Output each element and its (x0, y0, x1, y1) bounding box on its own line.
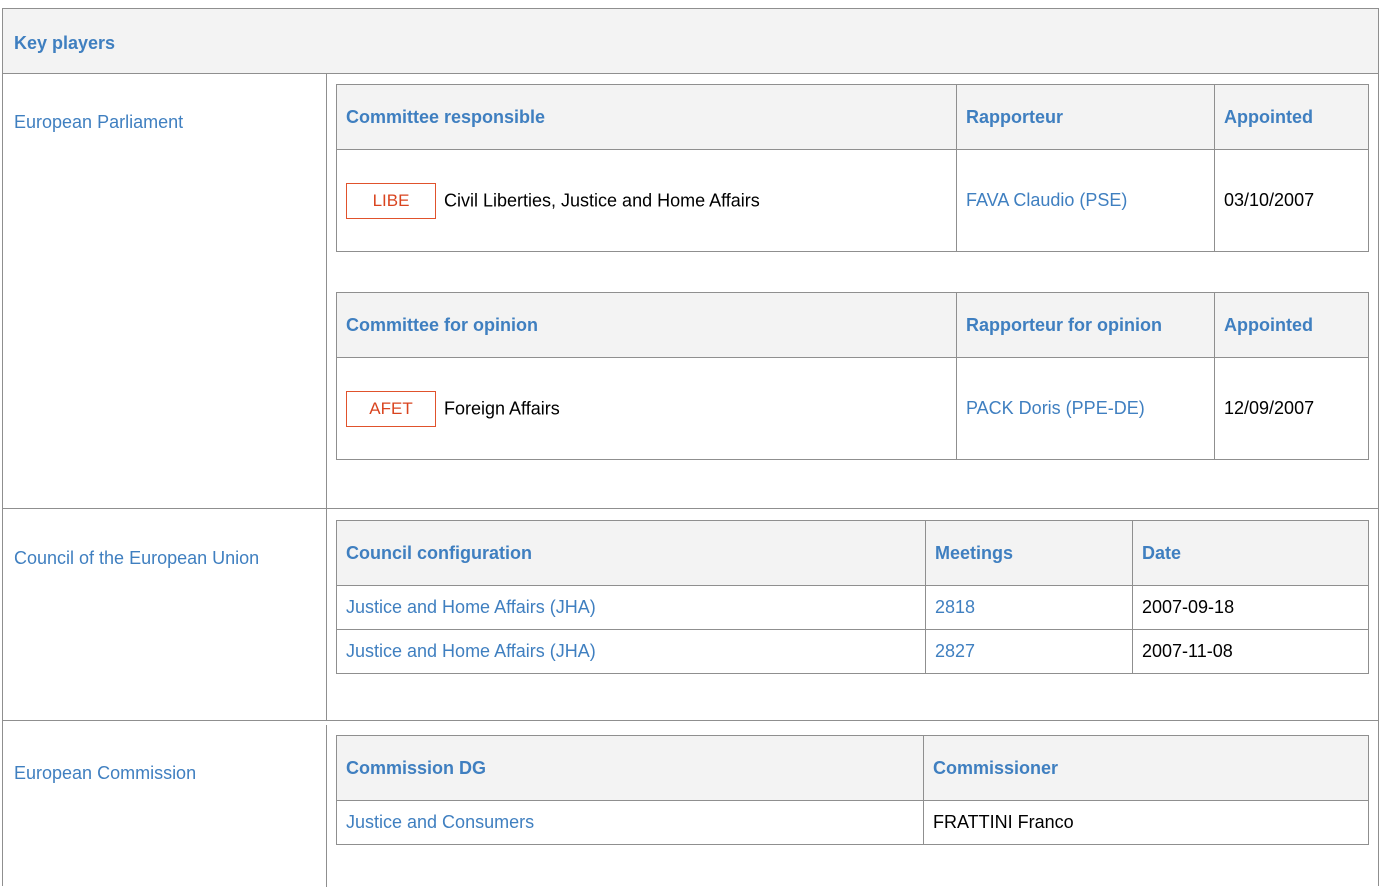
column-header: Rapporteur (956, 84, 1215, 150)
appointed-date: 03/10/2007 (1214, 149, 1369, 252)
rapporteur-cell: PACK Doris (PPE-DE) (956, 357, 1215, 460)
column-divider (326, 725, 327, 887)
row-divider (3, 508, 1378, 509)
row-divider (3, 720, 1378, 721)
appointed-date: 12/09/2007 (1214, 357, 1369, 460)
rapporteur-link[interactable]: PACK Doris (PPE-DE) (966, 398, 1145, 418)
institution-label-commission[interactable]: European Commission (14, 763, 196, 784)
committee-responsible-table: Committee responsible Rapporteur Appoint… (336, 84, 1369, 252)
table-row: Justice and Consumers FRATTINI Franco (336, 800, 1369, 845)
column-divider (326, 74, 327, 720)
commission-dg-cell: Justice and Consumers (336, 800, 924, 845)
commission-dg-link[interactable]: Justice and Consumers (346, 812, 534, 832)
column-header: Appointed (1214, 292, 1369, 358)
committee-code-badge[interactable]: LIBE (346, 182, 436, 219)
meeting-link[interactable]: 2827 (935, 641, 975, 661)
committee-opinion-table: Committee for opinion Rapporteur for opi… (336, 292, 1369, 460)
committee-cell: AFET Foreign Affairs (336, 357, 957, 460)
panel-header: Key players (3, 9, 1378, 74)
council-table: Council configuration Meetings Date Just… (336, 520, 1369, 674)
council-configuration-cell: Justice and Home Affairs (JHA) (336, 585, 926, 630)
column-header: Committee responsible (336, 84, 957, 150)
council-configuration-cell: Justice and Home Affairs (JHA) (336, 629, 926, 674)
key-players-panel: Key players European Parliament Committe… (2, 8, 1379, 887)
panel-title: Key players (14, 33, 116, 53)
meeting-date: 2007-09-18 (1132, 585, 1369, 630)
table-row: Justice and Home Affairs (JHA) 2818 2007… (336, 585, 1369, 630)
column-header: Commission DG (336, 735, 924, 801)
table-row: LIBE Civil Liberties, Justice and Home Af… (336, 149, 1369, 252)
meeting-cell: 2818 (925, 585, 1133, 630)
meeting-cell: 2827 (925, 629, 1133, 674)
council-configuration-link[interactable]: Justice and Home Affairs (JHA) (346, 597, 596, 617)
column-header: Meetings (925, 520, 1133, 586)
rapporteur-link[interactable]: FAVA Claudio (PSE) (966, 190, 1127, 210)
committee-cell: LIBE Civil Liberties, Justice and Home Af… (336, 149, 957, 252)
committee-code-badge[interactable]: AFET (346, 390, 436, 427)
institution-label-parliament[interactable]: European Parliament (14, 112, 183, 133)
committee-name: Foreign Affairs (444, 398, 560, 418)
column-header: Commissioner (923, 735, 1369, 801)
institution-label-council[interactable]: Council of the European Union (14, 548, 259, 569)
column-header: Rapporteur for opinion (956, 292, 1215, 358)
council-configuration-link[interactable]: Justice and Home Affairs (JHA) (346, 641, 596, 661)
commissioner-name: FRATTINI Franco (923, 800, 1369, 845)
commission-table: Commission DG Commissioner Justice and C… (336, 735, 1369, 845)
column-header: Appointed (1214, 84, 1369, 150)
rapporteur-cell: FAVA Claudio (PSE) (956, 149, 1215, 252)
meeting-link[interactable]: 2818 (935, 597, 975, 617)
table-row: Justice and Home Affairs (JHA) 2827 2007… (336, 629, 1369, 674)
column-header: Committee for opinion (336, 292, 957, 358)
column-header: Date (1132, 520, 1369, 586)
committee-name: Civil Liberties, Justice and Home Affair… (444, 190, 760, 210)
meeting-date: 2007-11-08 (1132, 629, 1369, 674)
column-header: Council configuration (336, 520, 926, 586)
table-row: AFET Foreign Affairs PACK Doris (PPE-DE) … (336, 357, 1369, 460)
